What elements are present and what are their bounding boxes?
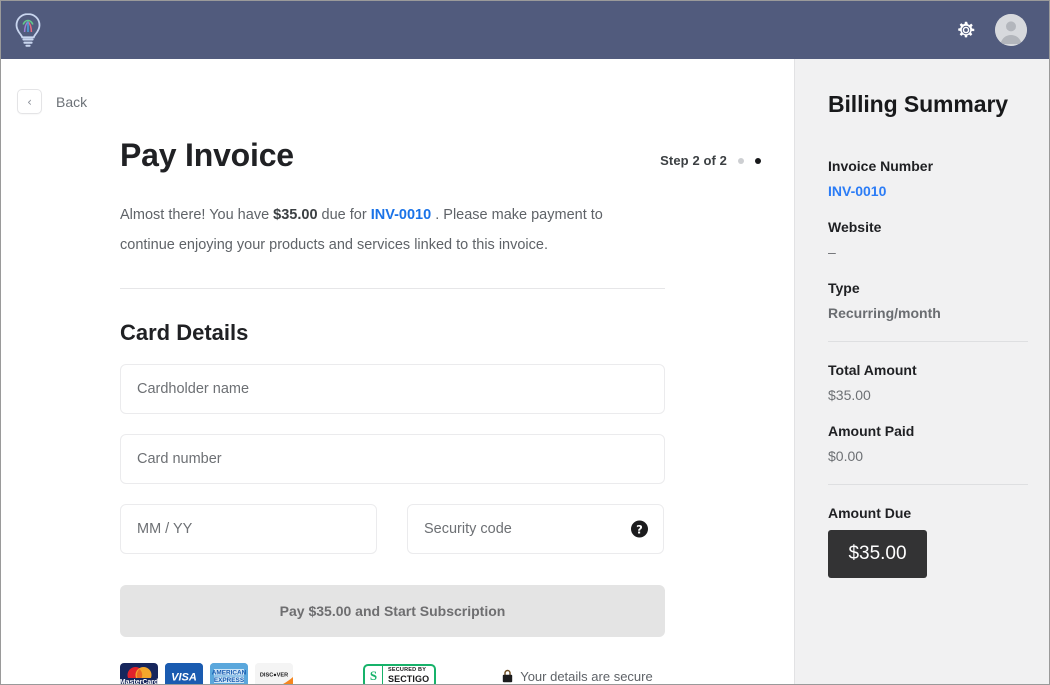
- sectigo-text: SECURED BY SECTIGO: [383, 668, 434, 684]
- amount-paid-label: Amount Paid: [828, 423, 1049, 439]
- trust-row: MasterCard VISA: [120, 663, 680, 685]
- chevron-left-icon: ‹: [27, 96, 32, 108]
- step-text: Step 2 of 2: [660, 153, 727, 168]
- step-dot-2: [755, 158, 761, 164]
- lede-part-1: Almost there! You have: [120, 207, 273, 223]
- amount-due-label: Amount Due: [828, 505, 1049, 521]
- summary-row-type: Type Recurring/month: [828, 280, 1049, 321]
- expiry-placeholder: MM / YY: [137, 521, 192, 537]
- summary-row-amount-paid: Amount Paid $0.00: [828, 423, 1049, 464]
- invoice-number-value[interactable]: INV-0010: [828, 183, 1049, 199]
- card-number-placeholder: Card number: [137, 451, 222, 467]
- secure-note-text: Your details are secure: [520, 669, 653, 684]
- secure-note: Your details are secure: [502, 669, 653, 684]
- sectigo-mark: S: [365, 666, 383, 685]
- security-code-placeholder: Security code: [424, 521, 512, 537]
- svg-text:EXPRESS: EXPRESS: [214, 677, 245, 684]
- step-dots: [738, 158, 761, 164]
- top-bar: [1, 1, 1049, 59]
- lede-part-2: due for: [318, 207, 371, 223]
- sectigo-line-2: SECTIGO: [388, 675, 429, 684]
- back-button[interactable]: ‹: [17, 89, 42, 114]
- stepper: Step 2 of 2: [660, 153, 761, 168]
- sectigo-badge: S SECURED BY SECTIGO: [363, 664, 436, 685]
- billing-summary-title: Billing Summary: [828, 91, 1049, 118]
- card-details-heading: Card Details: [120, 320, 794, 346]
- type-value: Recurring/month: [828, 305, 1049, 321]
- brand-logo[interactable]: [11, 11, 45, 49]
- invoice-link[interactable]: INV-0010: [371, 207, 431, 223]
- amount-due-value: $35.00: [828, 530, 927, 578]
- top-bar-actions: [955, 14, 1027, 46]
- summary-row-website: Website –: [828, 219, 1049, 260]
- question-mark-circle-icon[interactable]: ?: [631, 521, 648, 538]
- lede-amount: $35.00: [273, 207, 317, 223]
- total-amount-label: Total Amount: [828, 362, 1049, 378]
- website-label: Website: [828, 219, 1049, 235]
- amount-paid-value: $0.00: [828, 448, 1049, 464]
- amex-logo: AMERICAN EXPRESS: [210, 663, 248, 685]
- discover-logo: DISC●VER: [255, 663, 293, 685]
- summary-divider-1: [828, 341, 1028, 342]
- summary-row-total-amount: Total Amount $35.00: [828, 362, 1049, 403]
- expiry-field[interactable]: MM / YY: [120, 504, 377, 554]
- total-amount-value: $35.00: [828, 387, 1049, 403]
- sectigo-line-1: SECURED BY: [388, 668, 429, 674]
- mastercard-logo: MasterCard: [120, 663, 158, 685]
- summary-row-amount-due: Amount Due $35.00: [828, 505, 1049, 578]
- card-extra-row: MM / YY Security code ?: [120, 504, 665, 574]
- svg-text:MasterCard: MasterCard: [120, 679, 158, 685]
- card-number-field[interactable]: Card number: [120, 434, 665, 484]
- user-avatar-icon: [995, 14, 1027, 46]
- pay-button[interactable]: Pay $35.00 and Start Subscription: [120, 585, 665, 637]
- lede-text: Almost there! You have $35.00 due for IN…: [120, 200, 640, 260]
- lock-icon: [502, 669, 513, 683]
- summary-divider-2: [828, 484, 1028, 485]
- section-divider: [120, 288, 665, 289]
- website-value: –: [828, 244, 1049, 260]
- cardholder-name-field[interactable]: Cardholder name: [120, 364, 665, 414]
- payment-page: ‹ Back Step 2 of 2 Pay Invoice Almost th…: [0, 0, 1050, 685]
- step-dot-1: [738, 158, 744, 164]
- body: ‹ Back Step 2 of 2 Pay Invoice Almost th…: [1, 59, 1049, 684]
- visa-logo: VISA: [165, 663, 203, 685]
- back-label: Back: [56, 94, 87, 110]
- summary-row-invoice-number: Invoice Number INV-0010: [828, 158, 1049, 199]
- main-column: ‹ Back Step 2 of 2 Pay Invoice Almost th…: [1, 59, 794, 684]
- svg-text:VISA: VISA: [171, 672, 197, 684]
- accepted-cards: MasterCard VISA: [120, 663, 293, 685]
- billing-summary-panel: Billing Summary Invoice Number INV-0010 …: [794, 59, 1049, 684]
- security-code-field[interactable]: Security code ?: [407, 504, 664, 554]
- svg-text:AMERICAN: AMERICAN: [212, 669, 247, 676]
- lightbulb-icon: [11, 11, 45, 49]
- svg-text:DISC●VER: DISC●VER: [260, 673, 288, 679]
- back-row: ‹ Back: [1, 59, 87, 114]
- type-label: Type: [828, 280, 1049, 296]
- invoice-number-label: Invoice Number: [828, 158, 1049, 174]
- cardholder-name-placeholder: Cardholder name: [137, 381, 249, 397]
- gear-icon[interactable]: [955, 19, 977, 41]
- avatar[interactable]: [995, 14, 1027, 46]
